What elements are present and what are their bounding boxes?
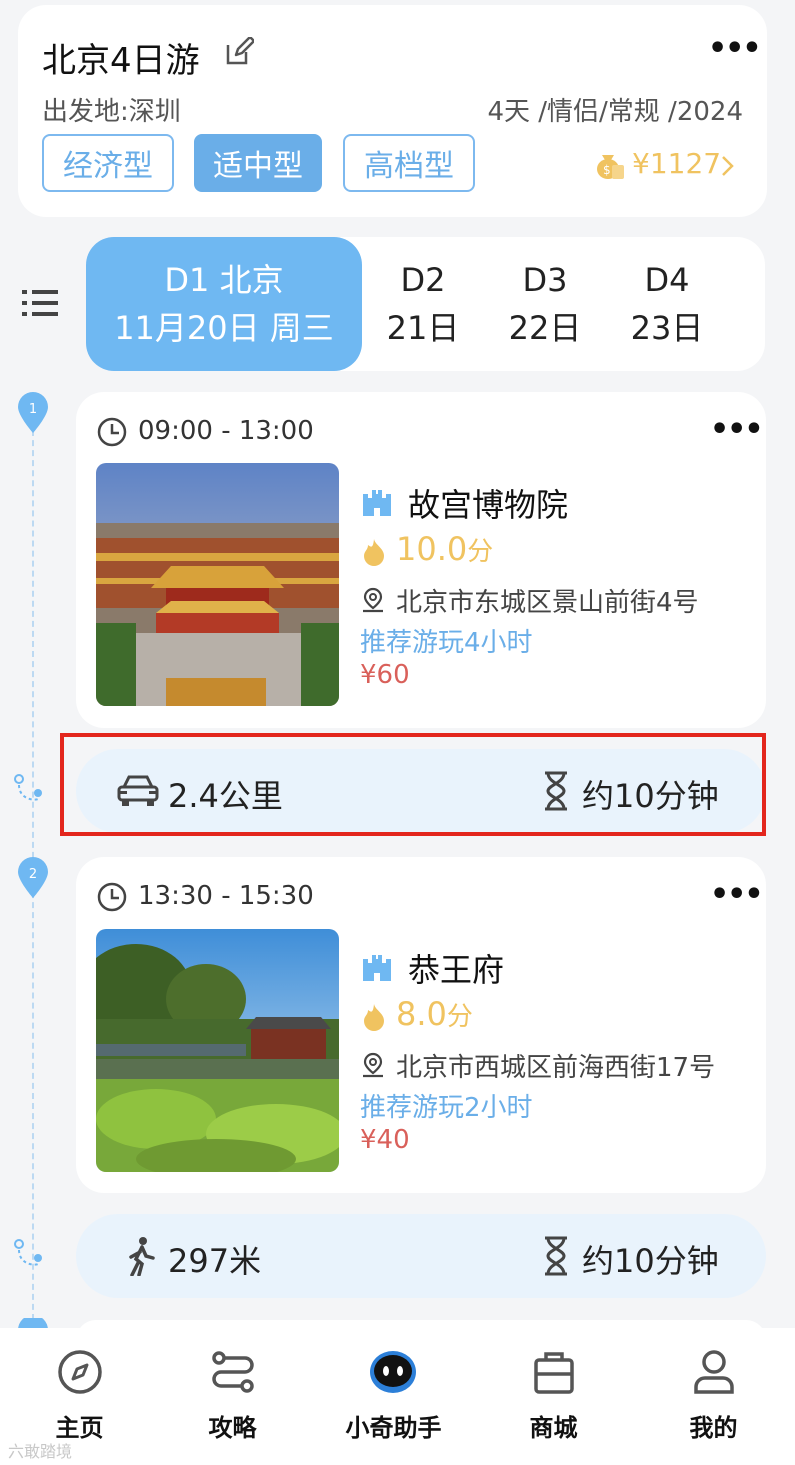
more-menu-icon[interactable]: ••• — [710, 412, 764, 447]
poi-photo[interactable] — [96, 929, 339, 1172]
flame-icon — [364, 539, 384, 566]
route-segment[interactable]: 297米 约10分钟 — [76, 1214, 766, 1298]
route-icon — [212, 1351, 254, 1393]
route-duration: 约10分钟 — [582, 1242, 719, 1280]
budget-amount[interactable]: ¥1127 — [632, 147, 721, 180]
poi-address: 北京市东城区景山前街4号 — [396, 588, 699, 618]
nav-assistant[interactable]: 小奇助手 — [314, 1328, 473, 1465]
poi-photo[interactable] — [96, 463, 339, 706]
tab-day-1[interactable]: D1 北京 11月20日 周三 — [86, 237, 362, 371]
bag-icon — [534, 1352, 574, 1394]
svg-text:2: 2 — [29, 867, 37, 882]
svg-text:$: $ — [603, 163, 611, 177]
nav-shop[interactable]: 商城 — [474, 1328, 633, 1465]
poi-recommend-duration: 推荐游玩4小时 — [360, 628, 533, 658]
highlight-box — [60, 733, 766, 836]
poi-score: 8.0分 — [396, 995, 473, 1033]
svg-text:1: 1 — [29, 402, 37, 417]
poi-score: 10.0分 — [396, 530, 494, 568]
poi-recommend-duration: 推荐游玩2小时 — [360, 1093, 533, 1123]
clock-icon — [97, 417, 127, 447]
nav-profile[interactable]: 我的 — [634, 1328, 793, 1465]
tab-day-3[interactable]: D3 22日 — [484, 237, 606, 371]
tab-day-2[interactable]: D2 21日 — [362, 237, 484, 371]
more-menu-icon[interactable]: ••• — [708, 31, 762, 66]
edit-icon[interactable] — [224, 37, 254, 67]
day-tabs: D1 北京 11月20日 周三 D2 21日 D3 22日 D4 23日 — [86, 237, 765, 371]
hourglass-icon — [545, 1236, 567, 1276]
watermark: 六敢踏境 — [8, 1442, 73, 1461]
location-icon — [363, 587, 383, 613]
plan-economy-button[interactable]: 经济型 — [42, 134, 174, 192]
poi-time: 09:00 - 13:00 — [138, 416, 314, 446]
poi-card[interactable]: 09:00 - 13:00 ••• 故宫博物院 10.0分 北京市东城区景山前街… — [76, 392, 766, 728]
more-menu-icon[interactable]: ••• — [710, 877, 764, 912]
poi-price: ¥60 — [360, 660, 410, 690]
poi-price: ¥40 — [360, 1125, 410, 1155]
trip-title: 北京4日游 — [42, 41, 200, 81]
chevron-right-icon[interactable] — [720, 155, 736, 177]
location-icon — [363, 1052, 383, 1078]
poi-card[interactable]: 13:30 - 15:30 ••• 恭王府 8.0分 北京市西城区前海西街17号 — [76, 857, 766, 1193]
attraction-icon — [363, 955, 391, 981]
clock-icon — [97, 882, 127, 912]
flame-icon — [364, 1004, 384, 1031]
poi-address: 北京市西城区前海西街17号 — [396, 1053, 716, 1083]
stop-marker-2: 2 — [18, 857, 48, 898]
nav-guides[interactable]: 攻略 — [153, 1328, 312, 1465]
walk-icon — [129, 1237, 155, 1276]
route-connector-icon — [14, 1239, 42, 1266]
attraction-icon — [363, 490, 391, 516]
departure-city: 出发地:深圳 — [42, 97, 181, 127]
route-connector-icon — [14, 774, 42, 801]
trip-meta: 4天 /情侣/常规 /2024 — [487, 97, 743, 127]
trip-header-card: 北京4日游 ••• 出发地:深圳 4天 /情侣/常规 /2024 经济型 适中型… — [18, 5, 767, 217]
route-distance: 297米 — [168, 1242, 262, 1280]
poi-time: 13:30 - 15:30 — [138, 881, 314, 911]
money-bag-icon: $ — [597, 155, 624, 179]
bottom-nav: 主页 攻略 小奇助手 商城 我的 — [0, 1328, 795, 1465]
plan-moderate-button[interactable]: 适中型 — [194, 134, 322, 192]
list-menu-icon[interactable] — [22, 288, 58, 318]
robot-icon — [370, 1351, 416, 1393]
poi-name[interactable]: 恭王府 — [408, 945, 504, 991]
stop-marker-1: 1 — [18, 392, 48, 433]
compass-icon — [58, 1350, 102, 1394]
poi-name[interactable]: 故宫博物院 — [408, 480, 568, 526]
tab-day-4[interactable]: D4 23日 — [606, 237, 728, 371]
user-icon — [694, 1350, 734, 1394]
plan-premium-button[interactable]: 高档型 — [343, 134, 475, 192]
